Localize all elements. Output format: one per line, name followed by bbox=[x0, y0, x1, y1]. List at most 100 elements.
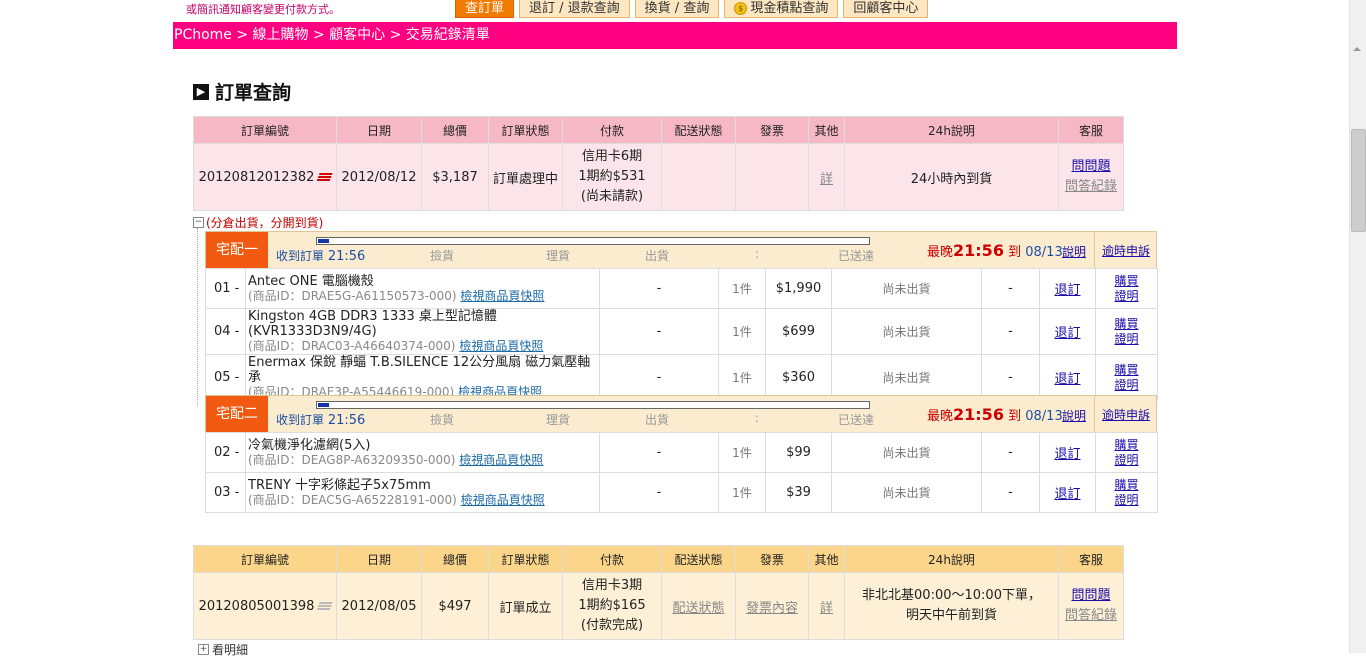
item-dash: - bbox=[599, 354, 719, 401]
step-delivered: 已送達 bbox=[838, 249, 875, 263]
order-delivery bbox=[661, 143, 736, 211]
step-colon: : bbox=[755, 247, 760, 261]
order-total: $497 bbox=[421, 572, 489, 640]
purchase-proof-link[interactable]: 購買 證明 bbox=[1096, 274, 1157, 304]
order-row: 20120805001398 2012/08/05 $497 訂單成立 信用卡3… bbox=[193, 572, 1124, 640]
item-price: $99 bbox=[765, 432, 832, 473]
purchase-proof-cell: 購買 證明 bbox=[1095, 268, 1158, 309]
snapshot-link[interactable]: 檢視商品頁快照 bbox=[460, 289, 544, 303]
cancel-order-link[interactable]: 退訂 bbox=[1054, 447, 1080, 462]
overdue-complaint-link[interactable]: 逾時申訴 bbox=[1102, 242, 1150, 259]
step-sort: 理貨 bbox=[546, 413, 571, 427]
invoice-link[interactable]: 發票內容 bbox=[746, 601, 798, 616]
coin-icon: $ bbox=[734, 2, 748, 15]
header-other: 其他 bbox=[808, 545, 845, 573]
item-name-cell: Kingston 4GB DDR3 1333 桌上型記憶體 (KVR1333D3… bbox=[245, 308, 600, 355]
order-date: 2012/08/12 bbox=[336, 143, 422, 211]
cancel-order-link[interactable]: 退訂 bbox=[1054, 487, 1080, 502]
collapse-icon[interactable]: − bbox=[193, 217, 204, 228]
item-name-cell: Enermax 保銳 靜蝠 T.B.SILENCE 12公分風扇 磁力氣壓軸承 … bbox=[245, 354, 600, 401]
explain-link[interactable]: 說明 bbox=[1062, 407, 1086, 424]
payment-installment: 1期約$531 bbox=[578, 169, 646, 184]
scrollbar-thumb[interactable] bbox=[1351, 129, 1366, 232]
item-name: Kingston 4GB DDR3 1333 桌上型記憶體 bbox=[248, 309, 497, 324]
overdue-complaint-link[interactable]: 逾時申訴 bbox=[1102, 406, 1150, 423]
purchase-proof-cell: 購買 證明 bbox=[1095, 472, 1158, 513]
item-cancel-cell: 退訂 bbox=[1039, 472, 1096, 513]
purchase-proof-cell: 購買 證明 bbox=[1095, 354, 1158, 401]
header-order-number: 訂單編號 bbox=[193, 116, 337, 144]
tab-exchange-query[interactable]: 換貨 / 查詢 bbox=[634, 0, 720, 18]
cancel-order-link[interactable]: 退訂 bbox=[1054, 283, 1080, 298]
tab-order-query[interactable]: 查訂單 bbox=[455, 0, 515, 18]
item-name: TRENY 十字彩條起子5x75mm bbox=[248, 477, 431, 493]
snapshot-link[interactable]: 檢視商品頁快照 bbox=[459, 453, 543, 467]
order-invoice bbox=[735, 143, 809, 211]
step-delivered: 已送達 bbox=[838, 413, 875, 427]
header-invoice: 發票 bbox=[735, 116, 809, 144]
tab-customer-center[interactable]: 回顧客中心 bbox=[843, 0, 929, 18]
item-qty: 1件 bbox=[718, 432, 766, 473]
item-ship-status: 尚未出貨 bbox=[831, 432, 982, 473]
payment-state: (付款完成) bbox=[580, 618, 644, 633]
purchase-proof-link[interactable]: 購買 證明 bbox=[1096, 363, 1157, 393]
header-total: 總價 bbox=[421, 545, 489, 573]
show-detail-toggle[interactable]: + 看明細 bbox=[198, 641, 248, 658]
top-nav-tabs: 查訂單 退訂 / 退款查詢 換貨 / 查詢 $ 現金積點查詢 回顧客中心 bbox=[455, 0, 929, 18]
top-notice-text: 或簡訊通知顧客變更付款方式。 bbox=[186, 3, 340, 16]
tree-line bbox=[197, 228, 198, 406]
header-24h: 24h說明 bbox=[844, 545, 1059, 573]
order-number-cell: 20120805001398 bbox=[193, 572, 337, 640]
purchase-proof-link[interactable]: 購買 證明 bbox=[1096, 438, 1157, 468]
order-number: 20120812012382 bbox=[198, 169, 315, 185]
item-price: $360 bbox=[765, 354, 832, 401]
tab-cash-points[interactable]: $ 現金積點查詢 bbox=[724, 0, 839, 18]
header-order-number: 訂單編號 bbox=[193, 545, 337, 573]
snapshot-link[interactable]: 檢視商品頁快照 bbox=[461, 493, 545, 507]
h24-line: 明天中午前到貨 bbox=[905, 608, 997, 623]
step-received: 收到訂單 21:56 bbox=[276, 249, 366, 264]
header-payment: 付款 bbox=[562, 545, 662, 573]
ask-question-link[interactable]: 問問題 bbox=[1059, 586, 1123, 606]
latest-arrival: 最晚21:56 到 08/13 bbox=[927, 241, 1063, 260]
express-lines-icon bbox=[316, 172, 334, 182]
item-qty: 1件 bbox=[718, 354, 766, 401]
item-id: (商品ID：DEAC5G-A65228191-000) 檢視商品頁快照 bbox=[248, 492, 545, 507]
details-link[interactable]: 詳 bbox=[820, 601, 833, 616]
shipment-header-1: 宅配一 收到訂單 21:56 撿貨 理貨 出貨 : 已送達 最晚21:56 到 … bbox=[205, 231, 1157, 269]
express-lines-icon bbox=[316, 601, 334, 611]
item-cancel-cell: 退訂 bbox=[1039, 432, 1096, 473]
item-name-line2: (KVR1333D3N9/4G) bbox=[248, 324, 377, 339]
explain-link[interactable]: 說明 bbox=[1062, 243, 1086, 260]
ask-question-link[interactable]: 問問題 bbox=[1059, 157, 1123, 177]
scroll-up-arrow-icon[interactable] bbox=[1353, 47, 1361, 51]
header-order-status: 訂單狀態 bbox=[488, 545, 563, 573]
table-row: 04 - Kingston 4GB DDR3 1333 桌上型記憶體 (KVR1… bbox=[205, 308, 1158, 355]
vertical-scrollbar[interactable] bbox=[1349, 0, 1366, 653]
h24-line: 非北北基00:00～10:00下單， bbox=[862, 588, 1041, 603]
qa-history-link[interactable]: 問答紀錄 bbox=[1059, 177, 1123, 197]
item-seq: 05 - bbox=[205, 354, 246, 401]
qa-history-link[interactable]: 問答紀錄 bbox=[1059, 606, 1123, 626]
progress-fill bbox=[318, 239, 330, 243]
item-dash: - bbox=[599, 472, 719, 513]
item-dash: - bbox=[981, 308, 1040, 355]
split-note-text: (分倉出貨，分開到貨) bbox=[206, 216, 324, 230]
cancel-order-link[interactable]: 退訂 bbox=[1054, 326, 1080, 341]
purchase-proof-link[interactable]: 購買 證明 bbox=[1096, 478, 1157, 508]
purchase-proof-link[interactable]: 購買 證明 bbox=[1096, 317, 1157, 347]
item-seq: 01 - bbox=[205, 268, 246, 309]
expand-icon[interactable]: + bbox=[198, 644, 209, 655]
item-dash: - bbox=[981, 432, 1040, 473]
cancel-order-link[interactable]: 退訂 bbox=[1054, 372, 1080, 387]
header-delivery-status: 配送狀態 bbox=[661, 116, 736, 144]
step-pick: 撿貨 bbox=[430, 413, 455, 427]
snapshot-link[interactable]: 檢視商品頁快照 bbox=[459, 339, 543, 353]
item-qty: 1件 bbox=[718, 472, 766, 513]
details-link[interactable]: 詳 bbox=[820, 172, 833, 187]
item-ship-status: 尚未出貨 bbox=[831, 268, 982, 309]
header-24h: 24h說明 bbox=[844, 116, 1059, 144]
tab-refund-query[interactable]: 退訂 / 退款查詢 bbox=[519, 0, 630, 18]
step-pick: 撿貨 bbox=[430, 249, 455, 263]
delivery-status-link[interactable]: 配送狀態 bbox=[672, 601, 724, 616]
